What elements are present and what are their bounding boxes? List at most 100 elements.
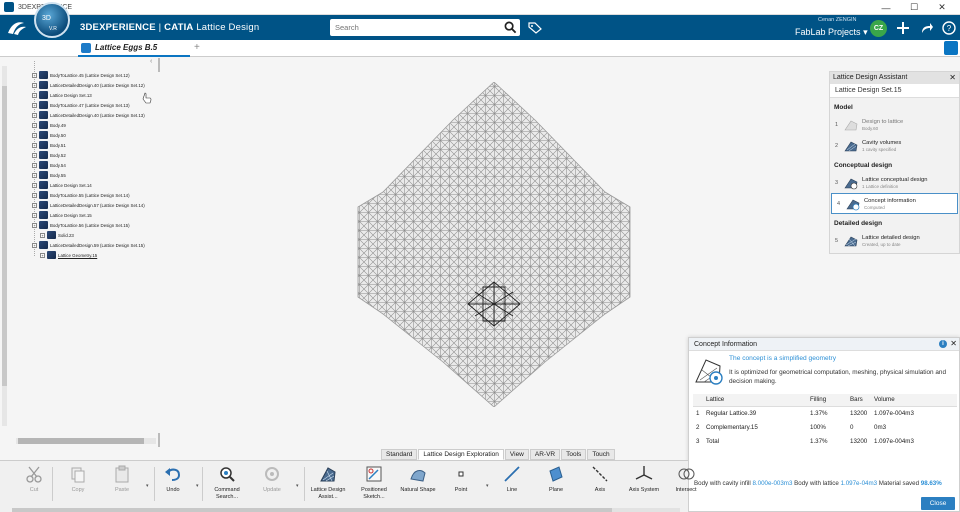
expand-icon[interactable]: + xyxy=(32,222,37,228)
step-concept-information[interactable]: 4 Concept information Computed xyxy=(831,193,958,214)
expand-icon[interactable]: + xyxy=(32,152,37,158)
table-row[interactable]: 3 Total 1.37% 13200 1.097e-004m3 xyxy=(693,434,957,448)
expand-icon[interactable]: + xyxy=(32,202,37,208)
expand-icon[interactable]: + xyxy=(40,252,45,258)
expand-icon[interactable]: + xyxy=(32,122,37,128)
avatar[interactable]: CZ xyxy=(870,20,887,37)
tree-item[interactable]: + Body.50 xyxy=(32,130,66,140)
positioned-sketch-button[interactable]: Positioned Sketch... xyxy=(352,465,396,501)
step-cavity-volumes[interactable]: 2 Cavity volumes 1 cavity specified xyxy=(830,135,959,156)
chevron-down-icon[interactable]: ▾ xyxy=(146,483,149,489)
search-icon[interactable] xyxy=(504,21,517,34)
tree-horizontal-scrollbar[interactable] xyxy=(16,438,156,444)
axis-system-button[interactable]: Axis System xyxy=(622,465,666,494)
step-design-to-lattice[interactable]: 1 Design to lattice Body.60 xyxy=(830,114,959,135)
share-icon[interactable] xyxy=(920,21,934,35)
close-button[interactable]: Close xyxy=(921,497,955,510)
axis-button[interactable]: Axis xyxy=(578,465,622,494)
tree-item[interactable]: + Body.52 xyxy=(32,150,66,160)
plus-icon[interactable] xyxy=(896,21,910,35)
lattice-design-assist-button[interactable]: Lattice Design Assist... xyxy=(306,465,350,501)
tree-item[interactable]: + Body.55 xyxy=(32,170,66,180)
intersect-button[interactable]: Intersect xyxy=(664,465,708,494)
scroll-thumb[interactable] xyxy=(2,86,7,386)
tab-touch[interactable]: Touch xyxy=(587,449,615,460)
tree-splitter-bottom[interactable] xyxy=(158,433,160,447)
expand-icon[interactable]: + xyxy=(32,132,37,138)
info-icon[interactable]: i xyxy=(939,340,947,348)
tree-item[interactable]: + Body.49 xyxy=(32,120,66,130)
lattice-geometry-viewport[interactable] xyxy=(355,82,633,407)
close-icon[interactable]: ✕ xyxy=(950,339,957,348)
table-row[interactable]: 2 Complementary.15 100% 0 0m3 xyxy=(693,420,957,434)
tree-item[interactable]: + BodyToLattice.55 (Lattice Design Set.14… xyxy=(32,190,130,200)
compass-icon[interactable]: 3D V.R xyxy=(34,2,70,38)
expand-icon[interactable]: + xyxy=(32,92,37,98)
tab-standard[interactable]: Standard xyxy=(381,449,418,460)
tree-item[interactable]: + LatticeDetailedDesign.57 (Lattice Desig… xyxy=(32,200,145,210)
step-lattice-detailed-design[interactable]: 5 Lattice detailed design Created, up to … xyxy=(830,230,959,251)
tree-item[interactable]: + Lattice Design Set.13 xyxy=(32,90,92,100)
copy-button[interactable]: Copy xyxy=(56,465,100,494)
expand-icon[interactable]: + xyxy=(32,172,37,178)
search-box[interactable] xyxy=(330,19,520,36)
expand-icon[interactable]: + xyxy=(32,82,37,88)
expand-icon[interactable]: + xyxy=(32,182,37,188)
expand-icon[interactable]: + xyxy=(32,162,37,168)
tree-item[interactable]: + LatticeDetailedDesign.40 (Lattice Desig… xyxy=(32,80,145,90)
chevron-down-icon[interactable]: ▾ xyxy=(196,483,199,489)
paste-button[interactable]: Paste xyxy=(100,465,144,494)
tag-icon[interactable] xyxy=(528,22,542,34)
add-tab-button[interactable]: + xyxy=(194,42,200,53)
action-bar-scrollbar[interactable] xyxy=(12,508,680,512)
natural-shape-button[interactable]: Natural Shape xyxy=(396,465,440,494)
expand-icon[interactable]: + xyxy=(32,112,37,118)
chevron-down-icon[interactable]: ▾ xyxy=(486,483,489,489)
tree-item[interactable]: + BodyToLattice.47 (Lattice Design Set.13… xyxy=(32,100,130,110)
tree-vertical-scrollbar[interactable] xyxy=(2,66,7,426)
tree-item[interactable]: + Lattice Geometry.15 xyxy=(40,250,97,260)
line-button[interactable]: Line xyxy=(490,465,534,494)
collapse-tree-icon[interactable]: ‹ xyxy=(150,58,152,65)
tab-view[interactable]: View xyxy=(504,449,529,460)
expand-icon[interactable]: + xyxy=(32,102,37,108)
tree-item[interactable]: + BodyToLattice.56 (Lattice Design Set.15… xyxy=(32,220,130,230)
command-search-button[interactable]: Command Search... xyxy=(205,465,249,501)
maximize-button[interactable]: ☐ xyxy=(900,0,928,15)
tree-item[interactable]: + Lattice Design Set.15 xyxy=(32,210,92,220)
close-window-button[interactable]: ✕ xyxy=(928,0,956,15)
search-input[interactable] xyxy=(330,19,500,36)
tree-item[interactable]: + Body.51 xyxy=(32,140,66,150)
maximize-view-icon[interactable] xyxy=(944,41,958,55)
minimize-button[interactable]: — xyxy=(872,0,900,15)
expand-icon[interactable]: + xyxy=(32,192,37,198)
tree-item[interactable]: + LatticeDetailedDesign.59 (Lattice Desig… xyxy=(32,240,145,250)
chevron-down-icon[interactable]: ▾ xyxy=(296,483,299,489)
plane-button[interactable]: Plane xyxy=(534,465,578,494)
ds-logo-icon[interactable] xyxy=(6,19,28,37)
scroll-thumb[interactable] xyxy=(12,508,612,512)
point-button[interactable]: Point xyxy=(439,465,483,494)
expand-icon[interactable]: + xyxy=(32,212,37,218)
tab-ar-vr[interactable]: AR-VR xyxy=(529,449,561,460)
step-lattice-conceptual-design[interactable]: 3 Lattice conceptual design 1 Lattice def… xyxy=(830,172,959,193)
tree-item[interactable]: + Solid.23 xyxy=(40,230,74,240)
close-icon[interactable]: ✕ xyxy=(949,73,956,82)
tab-document[interactable]: Lattice Eggs B.5 xyxy=(78,40,190,57)
expand-icon[interactable]: + xyxy=(32,72,37,78)
expand-icon[interactable]: + xyxy=(40,232,45,238)
project-selector[interactable]: FabLab Projects ▾ xyxy=(795,27,868,38)
tree-item[interactable]: + LatticeDetailedDesign.40 (Lattice Desig… xyxy=(32,110,145,120)
undo-button[interactable]: Undo xyxy=(151,465,195,494)
expand-icon[interactable]: + xyxy=(32,242,37,248)
scroll-thumb[interactable] xyxy=(18,438,144,444)
tree-item[interactable]: + BodyToLattice.45 (Lattice Design Set.12… xyxy=(32,70,130,80)
update-button[interactable]: Update xyxy=(250,465,294,494)
cut-button[interactable]: Cut xyxy=(12,465,56,494)
help-icon[interactable]: ? xyxy=(942,21,956,35)
expand-icon[interactable]: + xyxy=(32,142,37,148)
tab-lattice-design-exploration[interactable]: Lattice Design Exploration xyxy=(418,449,504,460)
tree-item[interactable]: + Lattice Design Set.14 xyxy=(32,180,92,190)
table-row[interactable]: 1 Regular Lattice.39 1.37% 13200 1.097e-004m… xyxy=(693,406,957,420)
tree-splitter[interactable] xyxy=(158,58,160,72)
